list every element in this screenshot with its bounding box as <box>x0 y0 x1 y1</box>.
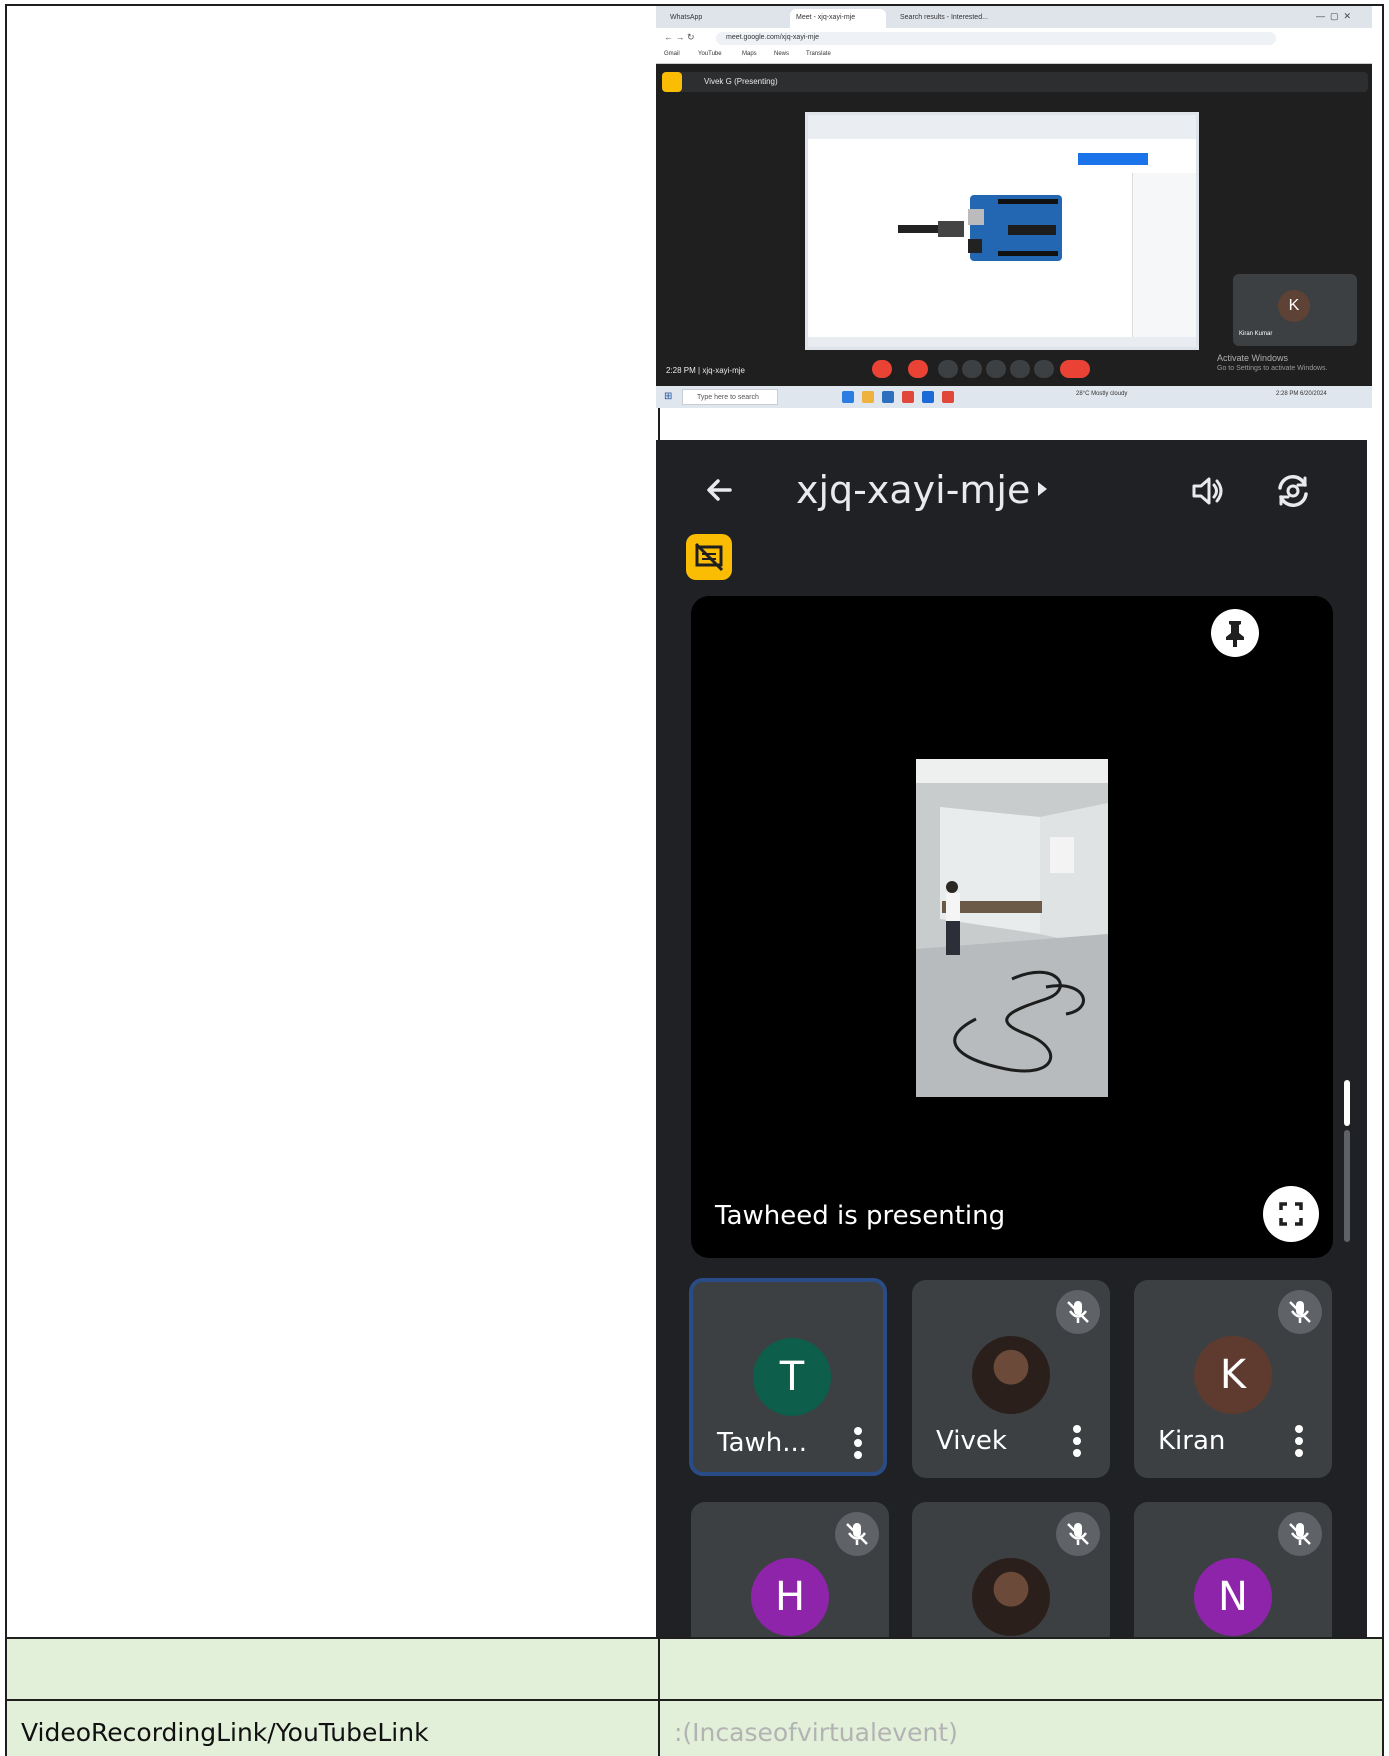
participant-tile-h[interactable]: H <box>691 1502 889 1637</box>
shared-screen <box>805 112 1199 350</box>
more-options-button[interactable] <box>1034 360 1054 378</box>
app-icon[interactable] <box>922 391 934 403</box>
fullscreen-button[interactable] <box>1263 1186 1319 1242</box>
participant-tile-kiran[interactable]: K Kiran Kumar <box>1233 274 1357 346</box>
avatar: H <box>751 1558 829 1636</box>
table-column-divider <box>658 1639 660 1699</box>
bookmarks-bar: Gmail YouTube Maps News Translate <box>656 48 1372 64</box>
desktop-screenshot: WhatsApp Meet - xjq-xayi-mje Search resu… <box>656 6 1372 408</box>
browser-tab-active[interactable]: Meet - xjq-xayi-mje <box>790 9 886 28</box>
window-controls-icon[interactable]: — ▢ ✕ <box>1316 11 1351 22</box>
chrome-icon[interactable] <box>902 391 914 403</box>
windows-start-icon[interactable]: ⊞ <box>664 391 672 402</box>
participant-tile-n[interactable]: N <box>1134 1502 1332 1637</box>
flip-camera-icon[interactable] <box>1272 470 1314 512</box>
avatar: K <box>1194 1336 1272 1414</box>
shared-dialog-icon <box>1078 153 1148 165</box>
meeting-code[interactable]: xjq-xayi-mje <box>796 468 1030 512</box>
avatar <box>972 1336 1050 1414</box>
participant-tile-photo[interactable] <box>912 1502 1110 1637</box>
mic-off-icon <box>1278 1290 1322 1334</box>
avatar <box>972 1558 1050 1636</box>
bookmark-youtube[interactable]: YouTube <box>698 51 722 57</box>
url-field[interactable]: meet.google.com/xjq-xayi-mje <box>716 32 1276 45</box>
room-scene-image <box>916 759 1108 1097</box>
participant-name: Vivek <box>936 1426 1007 1456</box>
presentation-video <box>916 759 1108 1097</box>
presenter-bar: Vivek G (Presenting) <box>662 72 1368 92</box>
scrollbar-thumb[interactable] <box>1344 1080 1350 1126</box>
captions-button[interactable] <box>938 360 958 378</box>
browser-tab-bar: WhatsApp Meet - xjq-xayi-mje Search resu… <box>656 6 1372 28</box>
shared-taskbar <box>808 337 1196 347</box>
phone-meet-screenshot: xjq-xayi-mje Tawheed is presenting T Taw… <box>656 440 1367 1637</box>
table-row-empty <box>7 1637 1382 1699</box>
weather-text: 28°C Mostly cloudy <box>1076 391 1128 397</box>
presenter-label: Vivek G (Presenting) <box>704 77 778 86</box>
activate-windows-title: Activate Windows <box>1217 353 1289 363</box>
more-vert-icon[interactable] <box>853 1426 863 1460</box>
leave-call-button[interactable] <box>1060 360 1090 378</box>
browser-tab[interactable]: Search results - Interested... <box>894 9 1006 28</box>
emoji-button[interactable] <box>962 360 982 378</box>
document-page: VideoRecordingLink/YouTubeLink :(Incaseo… <box>0 0 1389 1756</box>
participant-name: Kiran <box>1158 1426 1226 1456</box>
avatar: T <box>753 1338 831 1416</box>
present-button[interactable] <box>986 360 1006 378</box>
more-vert-icon[interactable] <box>1294 1424 1304 1458</box>
avatar: K <box>1278 290 1310 322</box>
table-row-video-link: VideoRecordingLink/YouTubeLink :(Incaseo… <box>7 1699 1382 1756</box>
pin-button[interactable] <box>1211 609 1259 657</box>
bookmark-news[interactable]: News <box>774 51 789 57</box>
edge-icon[interactable] <box>842 391 854 403</box>
presentation-stage: Tawheed is presenting <box>691 596 1333 1258</box>
explorer-icon[interactable] <box>862 391 874 403</box>
speaker-icon[interactable] <box>1186 470 1228 512</box>
activate-windows-subtitle: Go to Settings to activate Windows. <box>1217 365 1328 372</box>
table-column-divider <box>658 1701 660 1756</box>
back-arrow-icon[interactable] <box>700 470 740 510</box>
bookmark-translate[interactable]: Translate <box>806 51 831 57</box>
meet-desktop-area: Vivek G (Presenting) K Kiran Kumar Activ… <box>656 64 1372 386</box>
fullscreen-icon <box>1279 1202 1303 1226</box>
scrollbar-track[interactable] <box>1344 1130 1350 1242</box>
system-clock: 2:28 PM 6/20/2024 <box>1276 391 1327 397</box>
mic-off-icon <box>1056 1290 1100 1334</box>
camera-off-button[interactable] <box>908 360 928 378</box>
component-panel <box>1132 173 1196 338</box>
video-link-hint: :(Incaseofvirtualevent) <box>674 1718 958 1747</box>
participant-name: Kiran Kumar <box>1239 331 1273 337</box>
pin-icon <box>1226 621 1244 647</box>
meeting-time-code: 2:28 PM | xjq-xayi-mje <box>666 366 745 375</box>
presentation-badge[interactable] <box>686 534 732 580</box>
app-icon[interactable] <box>942 391 954 403</box>
windows-taskbar: ⊞ Type here to search 28°C Mostly cloudy… <box>656 386 1372 408</box>
store-icon[interactable] <box>882 391 894 403</box>
mic-off-icon <box>835 1512 879 1556</box>
avatar: N <box>1194 1558 1272 1636</box>
stop-presenting-icon <box>694 542 724 572</box>
bookmark-maps[interactable]: Maps <box>742 51 757 57</box>
browser-tab[interactable]: WhatsApp <box>664 9 784 28</box>
bookmark-gmail[interactable]: Gmail <box>664 51 680 57</box>
mic-off-icon <box>1278 1512 1322 1556</box>
presenting-label: Tawheed is presenting <box>715 1201 1006 1231</box>
more-vert-icon[interactable] <box>1072 1424 1082 1458</box>
arduino-board-icon <box>898 195 1062 261</box>
mic-off-button[interactable] <box>872 360 892 378</box>
participant-tile-vivek[interactable]: Vivek <box>912 1280 1110 1478</box>
participant-tile-tawheed[interactable]: T Tawh... <box>689 1278 887 1476</box>
taskbar-search[interactable]: Type here to search <box>682 389 778 405</box>
video-link-label: VideoRecordingLink/YouTubeLink <box>21 1718 429 1747</box>
mic-off-icon <box>1056 1512 1100 1556</box>
browser-address-bar: ← → ↻ meet.google.com/xjq-xayi-mje <box>656 28 1372 48</box>
presenting-icon <box>662 72 682 92</box>
participant-name: Tawh... <box>717 1428 808 1458</box>
chevron-right-icon[interactable] <box>1038 482 1047 496</box>
nav-arrows-icon[interactable]: ← → ↻ <box>664 32 695 43</box>
shared-browser-bar <box>808 115 1196 139</box>
participant-tile-kiran[interactable]: K Kiran <box>1134 1280 1332 1478</box>
raise-hand-button[interactable] <box>1010 360 1030 378</box>
